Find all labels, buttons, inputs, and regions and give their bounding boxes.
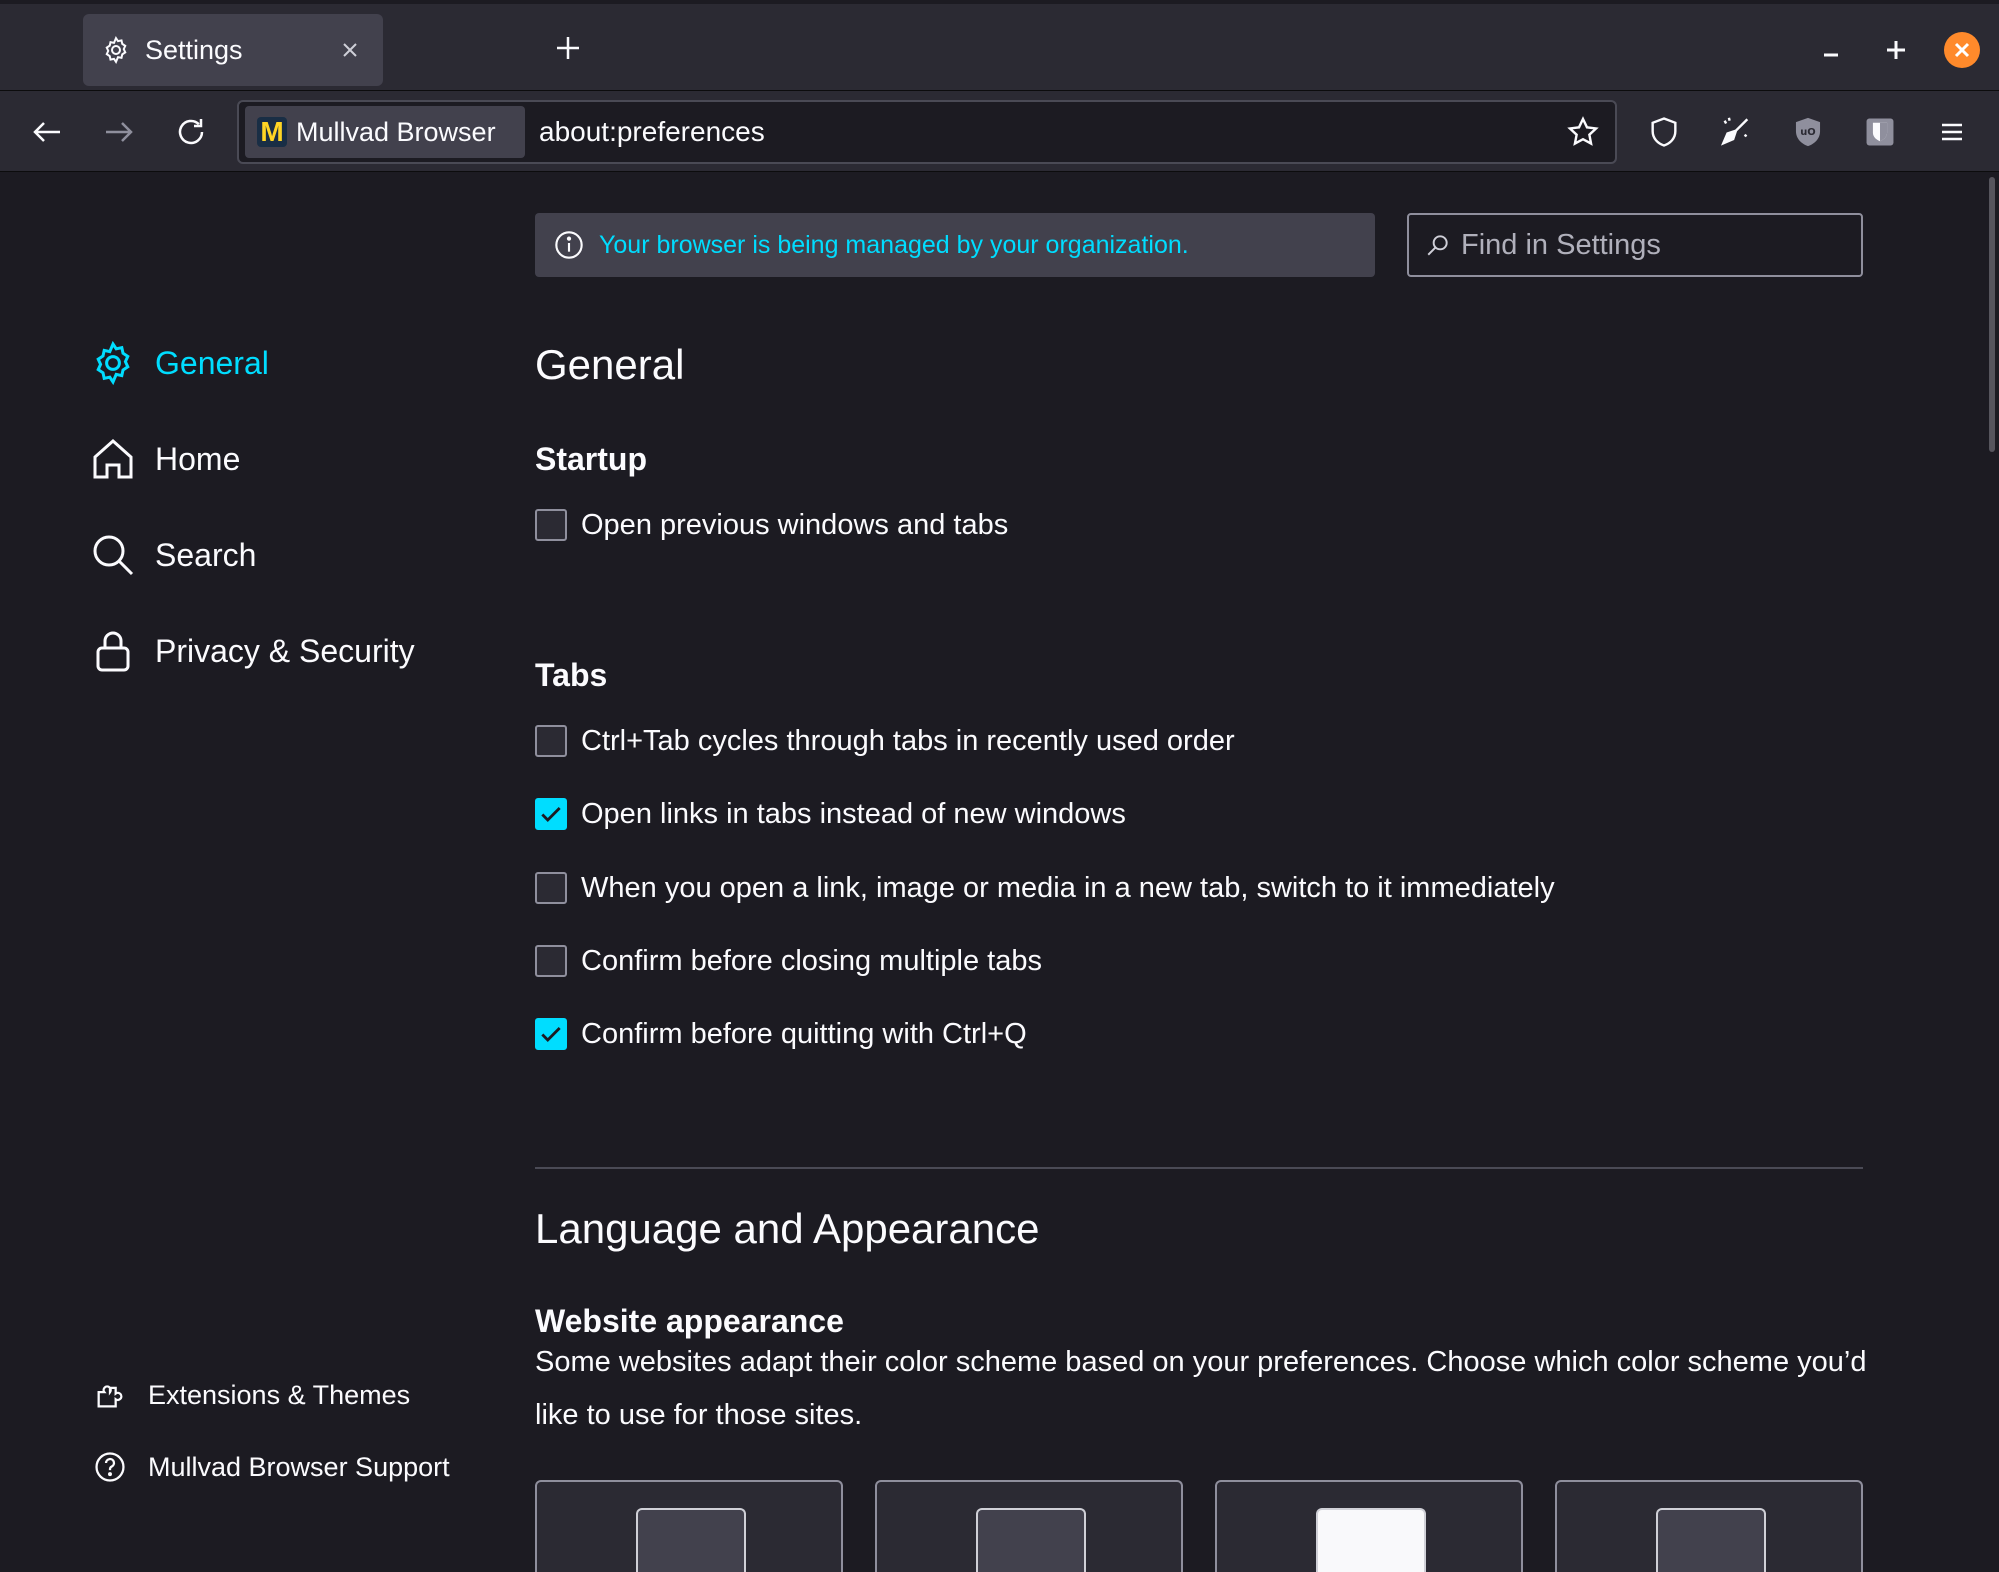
minimize-button[interactable] bbox=[1813, 32, 1849, 68]
sidebar-item-privacy[interactable]: Privacy & Security bbox=[89, 621, 415, 681]
sidebar-item-label: Home bbox=[155, 440, 241, 477]
footer-link-label: Extensions & Themes bbox=[148, 1379, 411, 1410]
section-divider bbox=[535, 1167, 1863, 1169]
policies-banner-text[interactable]: Your browser is being managed by your or… bbox=[599, 231, 1189, 260]
option-restore-session[interactable]: Open previous windows and tabs bbox=[535, 505, 1008, 545]
info-icon bbox=[553, 229, 585, 261]
shield-icon[interactable] bbox=[1641, 109, 1687, 155]
find-in-settings[interactable] bbox=[1407, 213, 1863, 277]
scheme-card-light[interactable] bbox=[1215, 1480, 1523, 1572]
identity-label: Mullvad Browser bbox=[296, 116, 496, 147]
sidebar-item-label: General bbox=[155, 344, 269, 381]
tab-settings[interactable]: Settings bbox=[83, 14, 383, 86]
new-identity-broom-icon[interactable] bbox=[1713, 109, 1759, 155]
policies-banner[interactable]: Your browser is being managed by your or… bbox=[535, 213, 1375, 277]
scheme-preview bbox=[1656, 1508, 1766, 1572]
option-label: Confirm before quitting with Ctrl+Q bbox=[581, 1017, 1027, 1050]
tabs-heading: Tabs bbox=[535, 657, 608, 693]
startup-heading: Startup bbox=[535, 441, 647, 477]
tab-strip: Settings bbox=[0, 0, 1999, 90]
site-identity-button[interactable]: M Mullvad Browser bbox=[245, 106, 525, 158]
bitwarden-icon[interactable] bbox=[1857, 109, 1903, 155]
option-label: Open previous windows and tabs bbox=[581, 508, 1009, 541]
ublock-origin-icon[interactable]: uO bbox=[1785, 109, 1831, 155]
extensions-themes-link[interactable]: Extensions & Themes bbox=[92, 1373, 410, 1417]
option-label: Confirm before closing multiple tabs bbox=[581, 944, 1042, 977]
sidebar-item-search[interactable]: Search bbox=[89, 525, 256, 585]
checkbox[interactable] bbox=[535, 945, 567, 977]
option-warn-on-quit[interactable]: Confirm before quitting with Ctrl+Q bbox=[535, 1014, 1027, 1054]
language-appearance-title: Language and Appearance bbox=[535, 1205, 1040, 1252]
option-links-in-tabs[interactable]: Open links in tabs instead of new window… bbox=[535, 794, 1126, 834]
reload-button[interactable] bbox=[168, 109, 214, 155]
checkbox[interactable] bbox=[535, 509, 567, 541]
home-icon bbox=[89, 435, 137, 483]
website-appearance-description: Some websites adapt their color scheme b… bbox=[535, 1346, 1867, 1431]
url-input[interactable]: about:preferences bbox=[539, 116, 765, 148]
tab-title: Settings bbox=[145, 34, 243, 65]
option-label: Open links in tabs instead of new window… bbox=[581, 797, 1126, 830]
website-appearance-heading: Website appearance bbox=[535, 1303, 844, 1339]
checkbox[interactable] bbox=[535, 725, 567, 757]
option-label: When you open a link, image or media in … bbox=[581, 871, 1555, 904]
preferences-page: General Home Search Privacy & Security E… bbox=[0, 173, 1999, 1572]
navigation-toolbar: M Mullvad Browser about:preferences uO bbox=[0, 90, 1999, 172]
forward-button[interactable] bbox=[96, 109, 142, 155]
checkbox-checked[interactable] bbox=[535, 1018, 567, 1050]
option-ctrl-tab[interactable]: Ctrl+Tab cycles through tabs in recently… bbox=[535, 721, 1235, 761]
close-window-button[interactable] bbox=[1944, 32, 1980, 68]
svg-text:uO: uO bbox=[1800, 127, 1815, 138]
scheme-card-automatic[interactable] bbox=[535, 1480, 843, 1572]
footer-link-label: Mullvad Browser Support bbox=[148, 1451, 450, 1482]
magnifier-icon bbox=[89, 531, 137, 579]
gear-icon bbox=[89, 339, 137, 387]
mullvad-logo-icon: M bbox=[257, 116, 287, 147]
checkbox-checked[interactable] bbox=[535, 798, 567, 830]
sidebar-item-label: Privacy & Security bbox=[155, 632, 415, 669]
scrollbar-thumb[interactable] bbox=[1989, 177, 1995, 452]
sidebar-item-home[interactable]: Home bbox=[89, 429, 240, 489]
search-icon bbox=[1425, 231, 1453, 259]
option-warn-close-multiple[interactable]: Confirm before closing multiple tabs bbox=[535, 941, 1042, 981]
sidebar-item-label: Search bbox=[155, 536, 257, 573]
page-title: General bbox=[535, 341, 685, 388]
support-link[interactable]: Mullvad Browser Support bbox=[92, 1445, 450, 1489]
maximize-button[interactable] bbox=[1878, 32, 1914, 68]
sidebar-item-general[interactable]: General bbox=[89, 333, 269, 393]
search-input[interactable] bbox=[1461, 228, 1841, 262]
puzzle-icon bbox=[92, 1377, 128, 1413]
scheme-card-system[interactable] bbox=[1555, 1480, 1863, 1572]
new-tab-button[interactable] bbox=[548, 28, 588, 68]
gear-icon bbox=[101, 35, 131, 65]
bookmark-star-icon[interactable] bbox=[1565, 114, 1601, 150]
scheme-preview bbox=[636, 1508, 746, 1572]
menu-hamburger-icon[interactable] bbox=[1929, 109, 1975, 155]
checkbox[interactable] bbox=[535, 872, 567, 904]
back-button[interactable] bbox=[24, 109, 70, 155]
help-icon bbox=[92, 1449, 128, 1485]
lock-icon bbox=[89, 627, 137, 675]
option-label: Ctrl+Tab cycles through tabs in recently… bbox=[581, 724, 1235, 757]
option-switch-to-new-tab[interactable]: When you open a link, image or media in … bbox=[535, 868, 1555, 908]
scheme-card-dark[interactable] bbox=[875, 1480, 1183, 1572]
close-tab-icon[interactable] bbox=[335, 35, 365, 65]
scheme-preview bbox=[1316, 1508, 1426, 1572]
url-bar[interactable]: M Mullvad Browser about:preferences bbox=[237, 100, 1617, 164]
scheme-preview bbox=[976, 1508, 1086, 1572]
